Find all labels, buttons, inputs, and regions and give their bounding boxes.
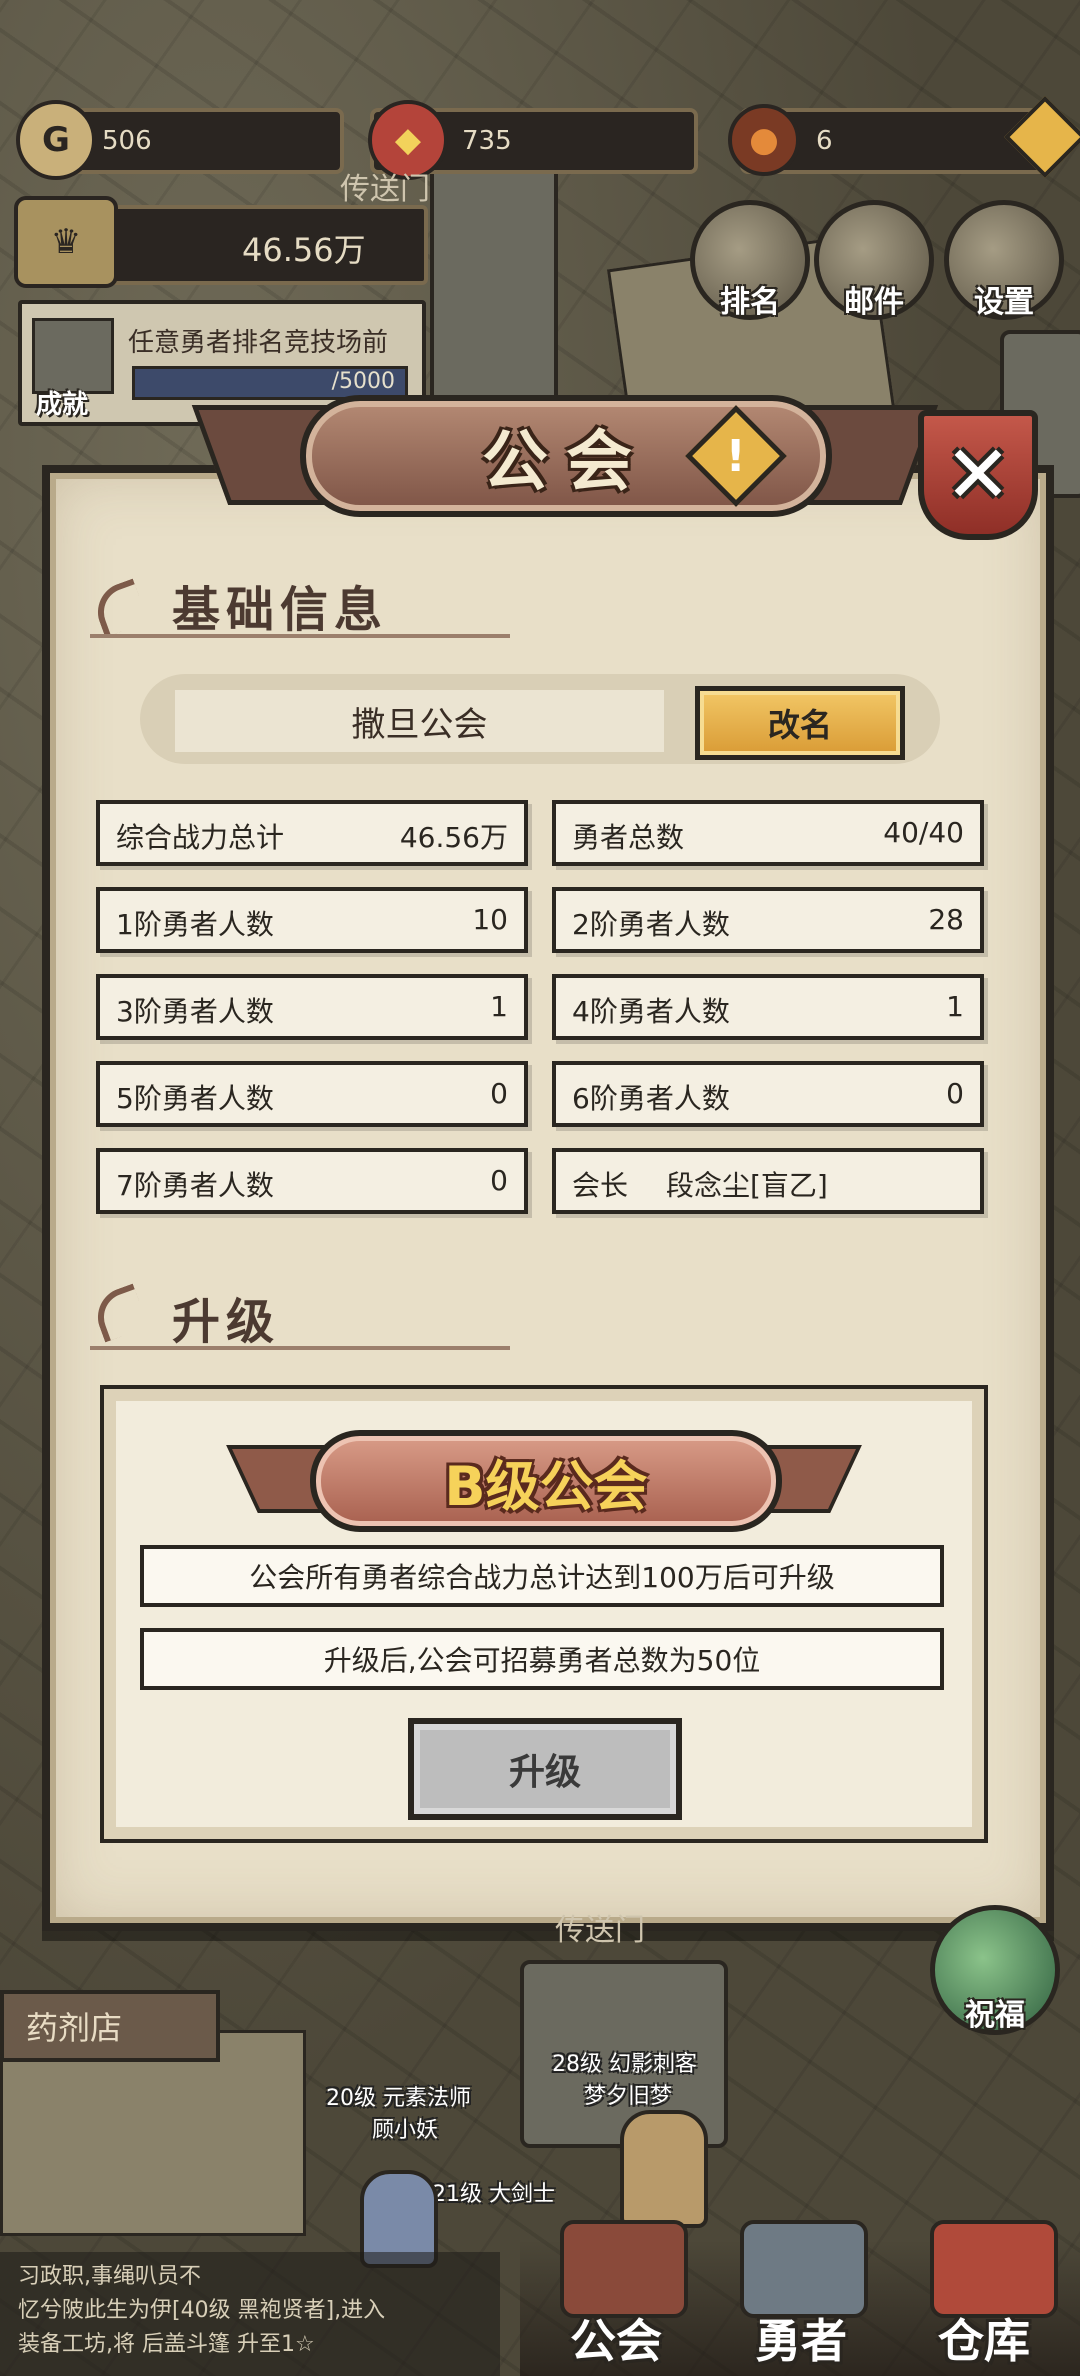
rank-button[interactable]: 排名 <box>690 200 810 320</box>
achievement-label: 成就 <box>36 390 89 420</box>
stat-value: 28 <box>928 903 964 936</box>
stat-total-heroes: 勇者总数 40/40 <box>552 800 984 866</box>
hero-sprite[interactable] <box>620 2110 708 2228</box>
stat-value: 1 <box>946 990 964 1023</box>
portal-sign-top: 传送门 <box>340 172 430 207</box>
stat-label: 1阶勇者人数 <box>116 908 274 941</box>
stat-total-power: 综合战力总计 46.56万 <box>96 800 528 866</box>
gold-amount: 506 <box>102 126 152 156</box>
mail-label: 邮件 <box>844 285 904 320</box>
stat-value: 0 <box>490 1077 508 1110</box>
blessing-button[interactable]: 祝福 <box>930 1905 1060 2035</box>
npc-name-label: 顾小妖 <box>372 2118 439 2143</box>
achievement-icon <box>32 318 114 394</box>
quest-text: 任意勇者排名竞技场前 <box>128 328 389 358</box>
close-button[interactable]: ✕ <box>918 410 1038 540</box>
stat-value: 40/40 <box>883 816 964 849</box>
stat-tier3-heroes: 3阶勇者人数 1 <box>96 974 528 1040</box>
warehouse-tent-icon <box>930 2220 1058 2318</box>
npc-level-label: 20级 元素法师 <box>326 2086 471 2111</box>
stat-value: 0 <box>946 1077 964 1110</box>
requirement-text: 公会所有勇者综合战力总计达到100万后可升级 <box>249 1561 835 1594</box>
stat-label: 2阶勇者人数 <box>572 908 730 941</box>
portal-sign-bottom: 传送门 <box>555 1913 645 1948</box>
quest-progress-text: /5000 <box>331 369 395 394</box>
stat-tier7-heroes: 7阶勇者人数 0 <box>96 1148 528 1214</box>
benefit-text: 升级后,公会可招募勇者总数为50位 <box>323 1644 761 1677</box>
chat-log[interactable]: 习政职,事绳叭员不 忆兮陂此生为伊[40级 黑袍贤者],进入 装备工坊,将 后盖… <box>0 2252 500 2376</box>
upgrade-requirement: 公会所有勇者综合战力总计达到100万后可升级 <box>140 1545 944 1607</box>
potion-shop-sign[interactable]: 药剂店 <box>0 1990 220 2062</box>
stat-label: 综合战力总计 <box>116 821 285 854</box>
stat-value: 10 <box>472 903 508 936</box>
blessing-label: 祝福 <box>965 1998 1025 2033</box>
stat-label: 3阶勇者人数 <box>116 995 274 1028</box>
nav-guild[interactable]: 公会 <box>570 2305 662 2371</box>
guild-leader-link[interactable]: 段念尘[盲乙] <box>666 1164 828 1204</box>
stat-tier2-heroes: 2阶勇者人数 28 <box>552 887 984 953</box>
rank-label: 排名 <box>720 285 780 320</box>
nav-heroes[interactable]: 勇者 <box>755 2305 847 2371</box>
map-rock <box>430 160 558 428</box>
heroes-helmet-icon <box>740 2220 868 2318</box>
npc-name-label: 梦夕旧梦 <box>584 2084 673 2109</box>
stat-label: 6阶勇者人数 <box>572 1082 730 1115</box>
upgrade-benefit: 升级后,公会可招募勇者总数为50位 <box>140 1628 944 1690</box>
stat-value: 46.56万 <box>399 821 508 854</box>
upgrade-button[interactable]: 升级 <box>408 1718 682 1820</box>
section-divider <box>90 634 510 638</box>
guild-name-field[interactable] <box>175 690 664 752</box>
guild-emblem-icon <box>560 2220 688 2318</box>
npc-level-label: 21级 大剑士 <box>432 2182 555 2207</box>
mail-button[interactable]: 邮件 <box>814 200 934 320</box>
stat-tier1-heroes: 1阶勇者人数 10 <box>96 887 528 953</box>
npc-level-label: 28级 幻影刺客 <box>552 2052 697 2077</box>
stat-tier4-heroes: 4阶勇者人数 1 <box>552 974 984 1040</box>
stat-label: 4阶勇者人数 <box>572 995 730 1028</box>
upgrade-heading: 升级 <box>172 1294 281 1350</box>
potion-shop-label: 药剂店 <box>26 2009 123 2047</box>
rename-button[interactable]: 改名 <box>695 686 905 760</box>
ore-amount: 6 <box>816 126 833 156</box>
gem-amount: 735 <box>462 126 512 156</box>
stat-label: 7阶勇者人数 <box>116 1169 274 1202</box>
laurel-crest-icon: ♛ <box>14 196 118 288</box>
upgrade-button-label: 升级 <box>508 1752 581 1793</box>
stat-value: 1 <box>490 990 508 1023</box>
stat-guild-leader: 会长 段念尘[盲乙] <box>552 1148 984 1214</box>
chat-line: 习政职,事绳叭员不 <box>18 2264 201 2289</box>
stat-label: 勇者总数 <box>572 821 685 854</box>
chat-line: 装备工坊,将 后盖斗篷 升至1☆ <box>18 2332 315 2357</box>
settings-button[interactable]: 设置 <box>944 200 1064 320</box>
stat-tier6-heroes: 6阶勇者人数 0 <box>552 1061 984 1127</box>
stat-label: 会长 <box>572 1169 629 1202</box>
nav-warehouse[interactable]: 仓库 <box>938 2305 1030 2371</box>
rename-label: 改名 <box>767 706 832 744</box>
total-power-value: 46.56万 <box>242 231 366 269</box>
settings-label: 设置 <box>974 285 1034 320</box>
chat-line: 忆兮陂此生为伊[40级 黑袍贤者],进入 <box>18 2298 386 2323</box>
stat-label: 5阶勇者人数 <box>116 1082 274 1115</box>
stat-value: 0 <box>490 1164 508 1197</box>
stat-tier5-heroes: 5阶勇者人数 0 <box>96 1061 528 1127</box>
guild-grade-banner: B级公会 <box>310 1430 782 1532</box>
basic-info-heading: 基础信息 <box>172 582 389 638</box>
close-icon: ✕ <box>944 428 1012 521</box>
dialog-title: 公会 <box>482 423 650 500</box>
section-divider <box>90 1346 510 1350</box>
gold-coin-icon: G <box>16 100 96 180</box>
guild-grade: B级公会 <box>444 1454 648 1518</box>
ore-icon: ● <box>728 104 800 176</box>
